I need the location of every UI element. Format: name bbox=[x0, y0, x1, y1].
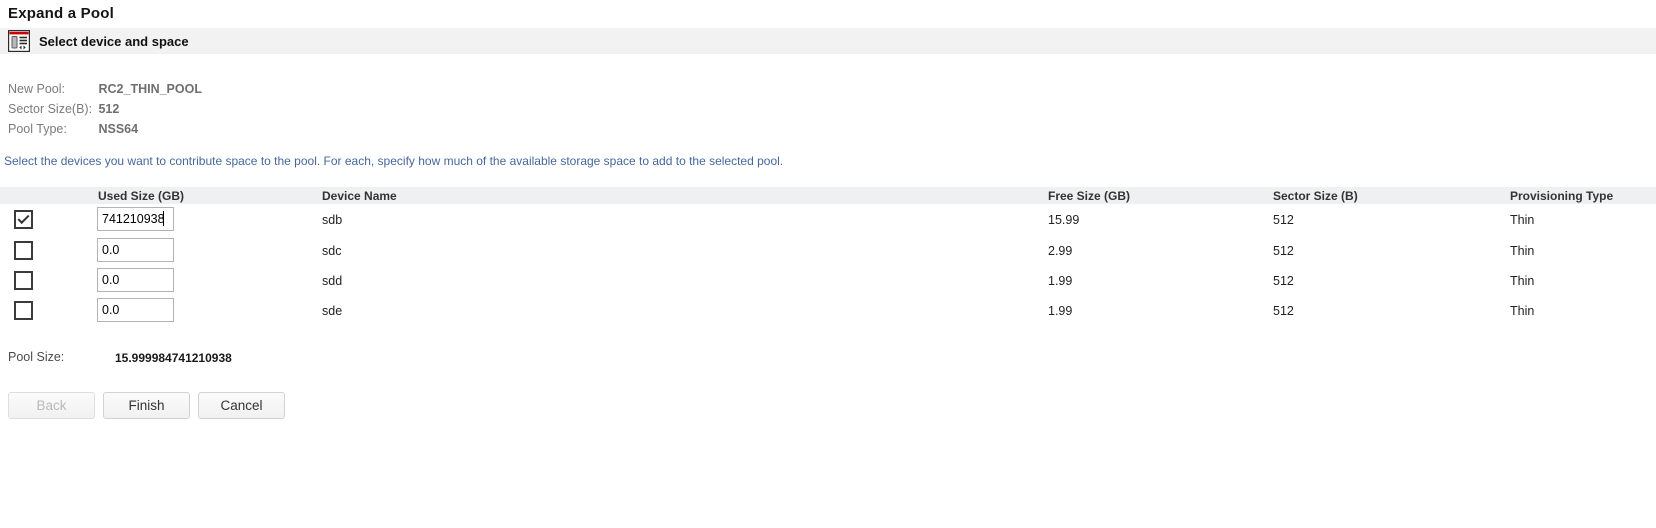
sector-size-label: Sector Size(B): bbox=[8, 102, 95, 116]
device-space-icon bbox=[8, 30, 30, 52]
column-header-used-size: Used Size (GB) bbox=[98, 189, 184, 203]
new-pool-value: RC2_THIN_POOL bbox=[98, 82, 202, 96]
device-name: sdd bbox=[322, 274, 342, 288]
cancel-button[interactable]: Cancel bbox=[198, 392, 285, 419]
column-header-provisioning: Provisioning Type bbox=[1510, 189, 1613, 203]
sector-size-value: 512 bbox=[1273, 304, 1294, 318]
sector-size-value: 512 bbox=[1273, 213, 1294, 227]
provisioning-type: Thin bbox=[1510, 244, 1534, 258]
step-title: Select device and space bbox=[39, 34, 189, 49]
sector-size-value: 512 bbox=[1273, 274, 1294, 288]
pool-size-label: Pool Size: bbox=[8, 350, 64, 364]
pool-size-value: 15.999984741210938 bbox=[115, 351, 232, 365]
info-row-pool-type: Pool Type: NSS64 bbox=[8, 122, 138, 136]
device-name: sdc bbox=[322, 244, 341, 258]
device-row-sdd: sdd 1.99 512 Thin bbox=[0, 266, 1656, 296]
column-header-free-size: Free Size (GB) bbox=[1048, 189, 1130, 203]
device-row-sde: sde 1.99 512 Thin bbox=[0, 296, 1656, 326]
info-row-new-pool: New Pool: RC2_THIN_POOL bbox=[8, 82, 202, 96]
used-size-input-sdc[interactable] bbox=[97, 238, 174, 262]
provisioning-type: Thin bbox=[1510, 304, 1534, 318]
device-name: sdb bbox=[322, 213, 342, 227]
device-name: sde bbox=[322, 304, 342, 318]
device-row-sdc: sdc 2.99 512 Thin bbox=[0, 236, 1656, 266]
device-checkbox-sde[interactable] bbox=[14, 301, 33, 320]
new-pool-label: New Pool: bbox=[8, 82, 95, 96]
device-checkbox-sdb[interactable] bbox=[14, 210, 33, 229]
device-row-sdb: sdb 15.99 512 Thin bbox=[0, 205, 1656, 235]
table-header-row: Used Size (GB) Device Name Free Size (GB… bbox=[0, 187, 1656, 204]
info-row-sector-size: Sector Size(B): 512 bbox=[8, 102, 119, 116]
expand-pool-page: Expand a Pool Select device and space Ne… bbox=[0, 0, 1656, 528]
device-checkbox-sdc[interactable] bbox=[14, 241, 33, 260]
pool-type-label: Pool Type: bbox=[8, 122, 95, 136]
free-size-value: 2.99 bbox=[1048, 244, 1072, 258]
instruction-text: Select the devices you want to contribut… bbox=[4, 154, 783, 168]
used-size-input-sde[interactable] bbox=[97, 298, 174, 322]
page-title: Expand a Pool bbox=[8, 5, 114, 22]
device-checkbox-sdd[interactable] bbox=[14, 271, 33, 290]
column-header-sector-size: Sector Size (B) bbox=[1273, 189, 1358, 203]
provisioning-type: Thin bbox=[1510, 274, 1534, 288]
provisioning-type: Thin bbox=[1510, 213, 1534, 227]
column-header-device-name: Device Name bbox=[322, 189, 397, 203]
finish-button[interactable]: Finish bbox=[103, 392, 190, 419]
used-size-input-sdd[interactable] bbox=[97, 268, 174, 292]
sector-size-value: 512 bbox=[98, 102, 119, 116]
free-size-value: 1.99 bbox=[1048, 274, 1072, 288]
pool-type-value: NSS64 bbox=[98, 122, 138, 136]
sector-size-value: 512 bbox=[1273, 244, 1294, 258]
free-size-value: 1.99 bbox=[1048, 304, 1072, 318]
step-header-bar: Select device and space bbox=[0, 28, 1656, 54]
back-button[interactable]: Back bbox=[8, 392, 95, 419]
text-cursor bbox=[163, 211, 164, 226]
free-size-value: 15.99 bbox=[1048, 213, 1079, 227]
